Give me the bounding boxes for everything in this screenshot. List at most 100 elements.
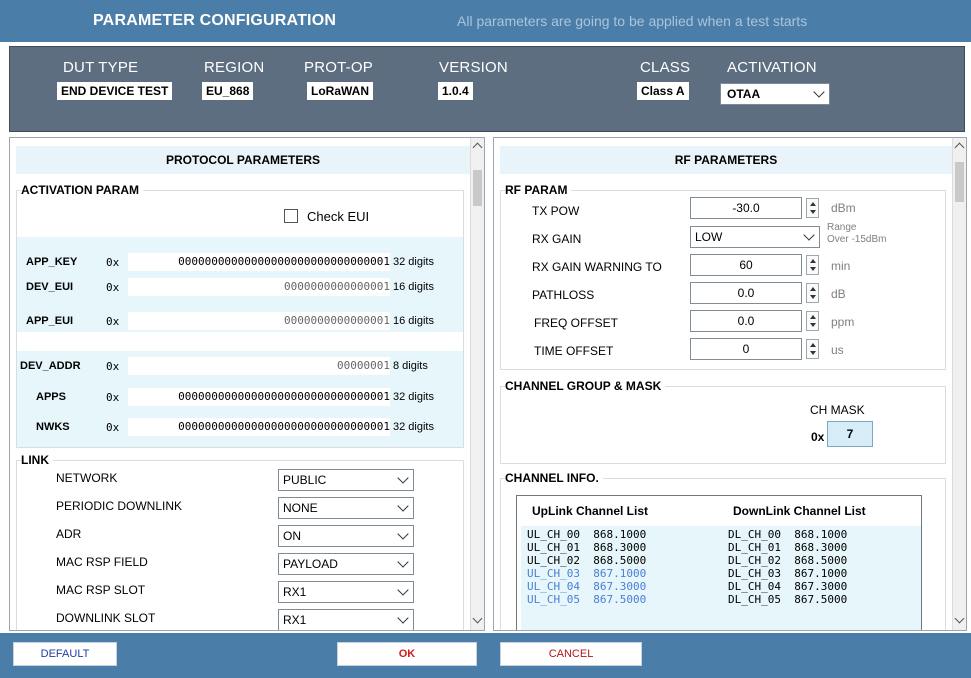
key-digits: 32 digits: [393, 256, 434, 268]
mac-rsp-field-label: MAC RSP FIELD: [56, 555, 148, 569]
rx-gain-select[interactable]: LOW: [690, 226, 820, 248]
uplink-channel-item: UL_CH_00 868.1000: [527, 528, 647, 541]
downlink-slot-select[interactable]: RX1: [278, 609, 414, 630]
check-eui-label: Check EUI: [307, 209, 370, 224]
key-prefix: 0x: [106, 256, 120, 269]
mac-rsp-slot-select-value: RX1: [283, 585, 307, 599]
key-value-input[interactable]: 0000000000000001: [128, 278, 390, 296]
key-digits: 32 digits: [393, 391, 434, 403]
channel-group-mask-title: CHANNEL GROUP & MASK: [505, 379, 666, 393]
key-name: DEV_EUI: [26, 281, 74, 293]
chevron-down-icon: [397, 528, 409, 540]
footer-bar: [0, 633, 971, 678]
default-button[interactable]: DEFAULT: [13, 642, 117, 666]
downlink-list: DL_CH_00 868.1000 DL_CH_01 868.3000 DL_CH_…: [728, 528, 847, 606]
rx-gain-warning-spinner[interactable]: [806, 255, 819, 275]
chevron-down-icon: [397, 612, 409, 624]
downlink-channel-item: DL_CH_05 867.5000: [728, 593, 848, 606]
network-select[interactable]: PUBLIC: [278, 469, 414, 491]
pathloss-input[interactable]: 0.0: [690, 282, 802, 304]
adr-label: ADR: [56, 527, 82, 541]
uplink-channel-item: UL_CH_03 867.1000: [527, 567, 647, 580]
time-offset-spinner[interactable]: [806, 339, 819, 359]
key-value-input[interactable]: 00000000000000000000000000000001: [128, 388, 390, 406]
key-name: APPS: [36, 391, 66, 403]
rx-gain-label: RX GAIN: [532, 232, 582, 246]
downlink-channel-item: DL_CH_01 868.3000: [728, 541, 848, 554]
protocol-panel-title: PROTOCOL PARAMETERS: [16, 146, 470, 174]
key-digits: 16 digits: [393, 315, 434, 327]
pathloss-spinner[interactable]: [806, 283, 819, 303]
ch-mask-label: CH MASK: [810, 403, 865, 417]
adr-select[interactable]: ON: [278, 525, 414, 547]
prot-op-label: PROT-OP: [304, 59, 373, 76]
key-digits: 32 digits: [393, 421, 434, 433]
uplink-list: UL_CH_00 868.1000 UL_CH_01 868.3000 UL_CH_…: [527, 528, 646, 606]
downlink-channel-item: DL_CH_00 868.1000: [728, 528, 848, 541]
scroll-down-icon[interactable]: [472, 613, 483, 624]
ch-mask-input[interactable]: 7: [827, 421, 873, 447]
rx-gain-warning-input[interactable]: 60: [690, 254, 802, 276]
mac-rsp-field-select[interactable]: PAYLOAD: [278, 553, 414, 575]
uplink-channel-item: UL_CH_02 868.5000: [527, 554, 647, 567]
key-prefix: 0x: [106, 421, 120, 434]
freq-offset-unit: ppm: [831, 315, 855, 329]
downlink-slot-select-value: RX1: [283, 613, 307, 627]
time-offset-input[interactable]: 0: [690, 338, 802, 360]
prot-op-value: LoRaWAN: [307, 82, 373, 100]
rx-gain-warning-unit: min: [831, 259, 851, 273]
check-eui-checkbox[interactable]: [284, 209, 298, 223]
scroll-down-icon[interactable]: [954, 613, 965, 624]
rx-gain-warning-label: RX GAIN WARNING TO: [532, 260, 662, 274]
pathloss-unit: dB: [831, 287, 846, 301]
key-prefix: 0x: [106, 281, 120, 294]
protocol-scrollbar[interactable]: [470, 138, 484, 630]
key-digits: 8 digits: [393, 360, 428, 372]
downlink-slot-label: DOWNLINK SLOT: [56, 611, 156, 625]
chevron-down-icon: [397, 500, 409, 512]
mac-rsp-field-select-value: PAYLOAD: [283, 557, 338, 571]
scroll-thumb[interactable]: [955, 162, 964, 202]
mac-rsp-slot-select[interactable]: RX1: [278, 581, 414, 603]
periodic-downlink-select[interactable]: NONE: [278, 497, 414, 519]
scroll-thumb[interactable]: [473, 170, 482, 206]
rf-scrollbar[interactable]: [952, 138, 966, 630]
window-subtitle: All parameters are going to be applied w…: [457, 13, 808, 29]
key-value-input[interactable]: 0000000000000001: [128, 312, 390, 330]
activation-label: ACTIVATION: [727, 59, 817, 76]
pathloss-label: PATHLOSS: [532, 288, 595, 302]
tx-pow-unit: dBm: [831, 201, 856, 215]
key-name: APP_KEY: [26, 256, 78, 268]
uplink-header: UpLink Channel List: [532, 504, 649, 518]
freq-offset-input[interactable]: 0.0: [690, 310, 802, 332]
ok-button[interactable]: OK: [337, 642, 477, 666]
chevron-down-icon: [803, 229, 815, 241]
scroll-up-icon[interactable]: [472, 142, 483, 153]
adr-select-value: ON: [283, 529, 301, 543]
channel-info-title: CHANNEL INFO.: [505, 471, 603, 485]
dut-type-label: DUT TYPE: [63, 59, 139, 76]
cancel-button[interactable]: CANCEL: [500, 642, 642, 666]
key-value-input[interactable]: 00000000000000000000000000000001: [128, 418, 390, 436]
class-value: Class A: [637, 82, 689, 100]
key-value-input[interactable]: 00000000000000000000000000000001: [128, 253, 390, 271]
version-value: 1.0.4: [438, 82, 473, 100]
scroll-up-icon[interactable]: [954, 142, 965, 153]
freq-offset-spinner[interactable]: [806, 311, 819, 331]
key-prefix: 0x: [106, 391, 120, 404]
activation-select[interactable]: OTAA: [720, 83, 830, 105]
rf-panel: RF PARAMETERS RF PARAM TX POW -30.0 dBm …: [493, 137, 967, 631]
channel-list-box: UpLink Channel List DownLink Channel Lis…: [516, 495, 922, 630]
version-label: VERSION: [439, 59, 508, 76]
chevron-down-icon: [813, 86, 825, 98]
window-title: PARAMETER CONFIGURATION: [93, 12, 337, 29]
downlink-header: DownLink Channel List: [733, 504, 866, 518]
key-value-input[interactable]: 00000001: [128, 357, 390, 375]
downlink-channel-item: DL_CH_03 867.1000: [728, 567, 848, 580]
key-prefix: 0x: [106, 315, 120, 328]
tx-pow-spinner[interactable]: [806, 198, 819, 218]
downlink-channel-item: DL_CH_04 867.3000: [728, 580, 848, 593]
freq-offset-label: FREQ OFFSET: [534, 316, 618, 330]
tx-pow-input[interactable]: -30.0: [690, 197, 802, 219]
time-offset-label: TIME OFFSET: [534, 344, 614, 358]
